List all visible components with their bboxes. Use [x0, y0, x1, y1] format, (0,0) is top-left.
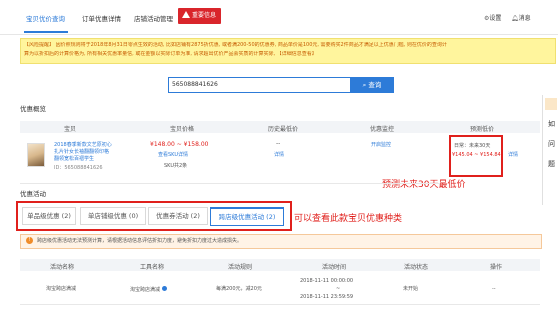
warning-circle-icon: ! [26, 237, 33, 244]
active-tab-underline [24, 31, 68, 33]
search-input-value: 565088841626 [172, 81, 218, 88]
product-title-3[interactable]: 翻领宽松百褶学生 [54, 156, 94, 162]
important-info-badge[interactable]: 重要信息 [178, 8, 221, 24]
subtabs-annotation: 可以查看此款宝贝优惠种类 [294, 214, 403, 224]
sidebar-char-2: 问 [548, 140, 555, 148]
col-header-monitor: 优惠监控 [370, 126, 395, 133]
notice-line-2: 算为以折扣后的计算价格为, 所有相关优惠率量信, 或在金额以实际订单为准, 请求… [24, 51, 317, 57]
product-id: ID：565088841626 [54, 165, 103, 171]
sidebar-help-button[interactable] [545, 98, 557, 110]
product-price-range: ¥148.00 ~ ¥158.00 [150, 141, 209, 148]
activity-status: 未开始 [403, 286, 419, 292]
floating-sidebar [542, 95, 558, 205]
activity-action: -- [492, 286, 496, 292]
tab-shop-activity[interactable]: 店铺活动管理 [134, 13, 173, 23]
bell-icon: 🔔︎ [511, 15, 519, 22]
activity-table-header [20, 259, 540, 271]
history-low-value: -- [276, 140, 281, 147]
col-header-time: 活动时间 [322, 264, 347, 271]
alert-text: 跨店级优惠活动无法预测计算，请根据活动信息评估折扣力度，避免折扣力度过大造成损失… [37, 238, 243, 244]
badge-label: 重要信息 [192, 12, 217, 19]
overview-divider [20, 183, 440, 184]
info-icon[interactable] [161, 286, 167, 291]
enable-monitor-link[interactable]: 开启监控 [371, 142, 391, 148]
col-header-rule: 活动规则 [228, 264, 253, 271]
overview-title: 优惠概览 [20, 105, 46, 113]
product-title-1[interactable]: 2018春季新款文艺原初心 [54, 142, 112, 148]
activity-time-end: 2018-11-11 23:59:59 [300, 294, 354, 300]
col-header-name: 活动名称 [50, 264, 75, 271]
sku-detail-link[interactable]: 查看SKU详情 [158, 152, 188, 158]
forecast-label: 日常：未来30天 [454, 143, 491, 149]
warning-icon [182, 11, 190, 18]
sidebar-char-3: 题 [548, 160, 555, 168]
activities-title: 优惠活动 [20, 190, 46, 198]
activity-name: 淘宝跨店满减 [46, 286, 77, 292]
forecast-detail-link[interactable]: 详情 [508, 152, 518, 158]
product-thumbnail[interactable] [27, 143, 45, 167]
activity-rule: 每满200元，减20元 [216, 286, 262, 292]
search-button[interactable]: ⌕ 查询 [350, 77, 394, 93]
product-title-2[interactable]: 扎片针女长袖翻翻领印格 [54, 149, 109, 155]
activity-row-divider [20, 304, 540, 305]
activity-tool: 淘宝跨店满减 [130, 286, 167, 293]
col-header-action: 操作 [490, 264, 503, 271]
subtab-cross-shop[interactable]: 跨店级优惠活动 (2) [210, 207, 284, 226]
sidebar-char-1: 如 [548, 120, 555, 128]
subtab-single-item[interactable]: 单品级优惠 (2) [22, 207, 76, 225]
col-header-tool: 工具名称 [140, 264, 165, 271]
search-icon: ⌕ [362, 81, 367, 89]
settings-link[interactable]: ⚙设置 [484, 15, 501, 22]
col-header-forecast: 预测低价 [470, 126, 495, 133]
tab-item-price-query[interactable]: 宝贝优价查询 [26, 13, 65, 23]
forecast-price: ¥145.04 ~ ¥154.84 [452, 152, 501, 158]
notice-line-1: 【风险提醒】 因价照规则将于2018年8月31日零点生效的活动, 比如店铺有28… [24, 42, 447, 48]
messages-link[interactable]: 🔔︎消息 [511, 15, 531, 22]
subtab-single-shop[interactable]: 单店铺级优惠 (0) [80, 207, 146, 225]
subtab-coupon[interactable]: 优惠券活动 (2) [148, 207, 208, 225]
col-header-item: 宝贝 [64, 126, 77, 133]
col-header-price: 宝贝价格 [170, 126, 195, 133]
history-detail-link[interactable]: 详情 [274, 152, 284, 158]
activity-time-start: 2018-11-11 00:00:00 [300, 278, 354, 284]
sku-count: SKU共2条 [164, 163, 188, 169]
col-header-history: 历史最低价 [268, 126, 299, 133]
col-header-status: 活动状态 [404, 264, 429, 271]
tab-order-discount[interactable]: 订单优惠详情 [82, 13, 121, 23]
activity-time-sep: ~ [336, 286, 341, 292]
